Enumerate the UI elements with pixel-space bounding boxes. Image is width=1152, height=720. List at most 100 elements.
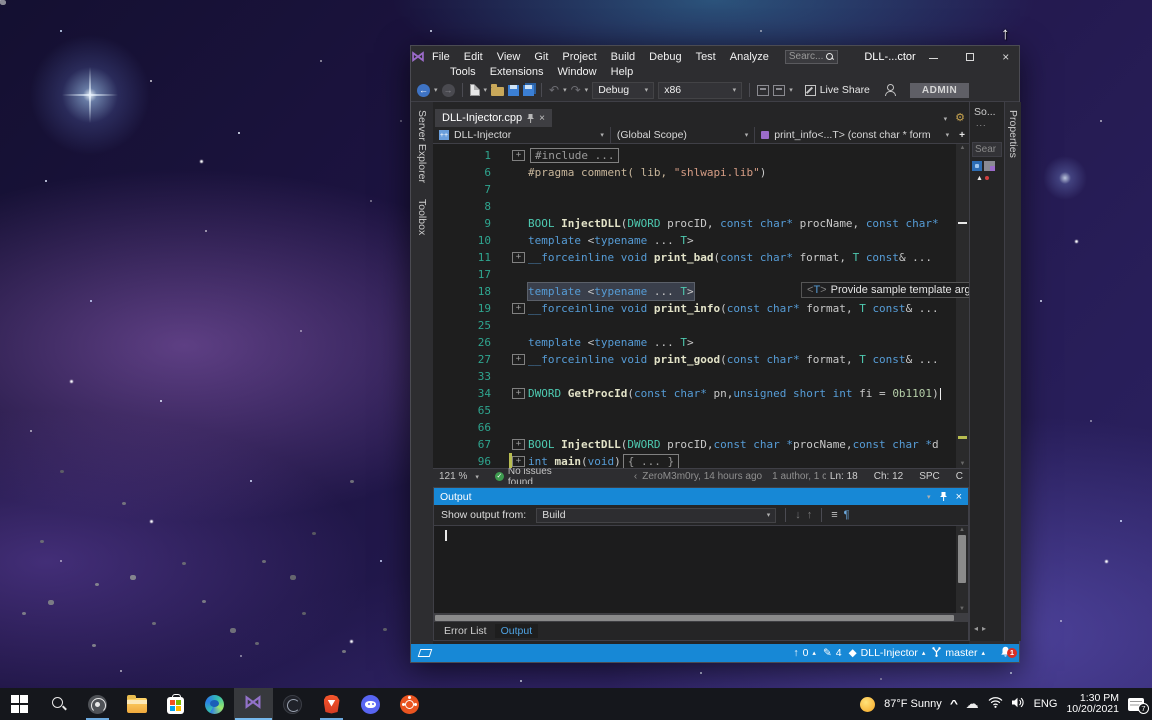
- code-text[interactable]: BOOL InjectDLL(DWORD procID, const char*…: [528, 215, 939, 232]
- code-line-7[interactable]: 7: [433, 181, 956, 198]
- menu-window[interactable]: Window: [551, 66, 604, 78]
- taskbar-obs[interactable]: [78, 688, 117, 720]
- preview-changes-icon[interactable]: [757, 85, 769, 96]
- quick-search-box[interactable]: Searc...: [785, 50, 838, 64]
- collapsed-region[interactable]: { ... }: [623, 454, 679, 468]
- code-text[interactable]: __forceinline void print_info(const char…: [528, 300, 939, 317]
- code-line-26[interactable]: 26template <typename ... T>: [433, 334, 956, 351]
- menu-build[interactable]: Build: [604, 51, 642, 63]
- code-text[interactable]: BOOL InjectDLL(DWORD procID,const char *…: [528, 436, 939, 453]
- tab-server-explorer[interactable]: Server Explorer: [416, 102, 428, 191]
- project-dropdown[interactable]: ++ DLL-Injector ▾: [433, 127, 611, 143]
- save-icon[interactable]: [508, 85, 519, 96]
- taskbar-brave[interactable]: [312, 688, 351, 720]
- output-vertical-scrollbar[interactable]: ▲ ▼: [956, 526, 968, 613]
- wifi-icon[interactable]: [988, 697, 1003, 711]
- tab-error-list[interactable]: Error List: [438, 624, 493, 638]
- taskbar-explorer[interactable]: [117, 688, 156, 720]
- language-indicator[interactable]: ENG: [1034, 698, 1058, 710]
- tab-output[interactable]: Output: [495, 624, 539, 638]
- clock[interactable]: 1:30 PM 10/20/2021: [1066, 693, 1119, 715]
- clear-all-icon[interactable]: ≡: [831, 510, 837, 521]
- new-file-dropdown-caret[interactable]: ▾: [484, 86, 488, 94]
- scrollbar-thumb[interactable]: [958, 535, 966, 583]
- back-dropdown-caret[interactable]: ▾: [434, 86, 438, 94]
- split-window-icon[interactable]: +: [955, 130, 969, 141]
- scope-dropdown[interactable]: (Global Scope) ▾: [611, 127, 755, 143]
- taskbar-edge[interactable]: [195, 688, 234, 720]
- fold-toggle[interactable]: +: [512, 354, 525, 365]
- toolbar-overflow-icon[interactable]: ...: [970, 118, 1004, 128]
- show-hidden-icons-chevron[interactable]: ^: [950, 699, 958, 710]
- taskbar-ubuntu[interactable]: [390, 688, 429, 720]
- scroll-down-icon[interactable]: ▼: [956, 461, 969, 467]
- solution-platform-dropdown[interactable]: x86▾: [658, 82, 742, 99]
- word-wrap-icon[interactable]: ¶: [844, 510, 850, 521]
- taskbar-start[interactable]: [0, 688, 39, 720]
- undo-dropdown-caret[interactable]: ▾: [563, 86, 567, 94]
- code-line-1[interactable]: 1+#include ...: [433, 147, 956, 164]
- branch-button[interactable]: master ▴: [932, 647, 985, 660]
- close-button[interactable]: ×: [988, 48, 1024, 66]
- previous-message-icon[interactable]: ↑: [807, 510, 813, 521]
- code-text[interactable]: __forceinline void print_bad(const char*…: [528, 249, 939, 266]
- menu-file[interactable]: File: [425, 51, 457, 63]
- code-line-25[interactable]: 25: [433, 317, 956, 334]
- open-file-icon[interactable]: [491, 87, 504, 96]
- live-share-button[interactable]: Live Share: [805, 84, 870, 96]
- tab-toolbox[interactable]: Toolbox: [416, 191, 428, 243]
- code-editor[interactable]: 1+#include ...6#pragma comment( lib, "sh…: [433, 144, 969, 468]
- menu-project[interactable]: Project: [555, 51, 603, 63]
- menu-git[interactable]: Git: [527, 51, 555, 63]
- code-line-65[interactable]: 65: [433, 402, 956, 419]
- menu-view[interactable]: View: [490, 51, 528, 63]
- toolbar-options-caret[interactable]: ▾: [789, 86, 793, 94]
- taskbar-visual-studio[interactable]: [234, 688, 273, 720]
- pin-icon[interactable]: [940, 492, 947, 501]
- onedrive-cloud-icon[interactable]: ☁: [966, 697, 979, 712]
- taskbar-discord[interactable]: [351, 688, 390, 720]
- save-all-icon[interactable]: [523, 85, 534, 96]
- code-text[interactable]: int main(void){ ... }: [528, 453, 679, 468]
- output-source-dropdown[interactable]: Build ▾: [536, 508, 776, 523]
- code-text[interactable]: template <typename ... T>: [528, 232, 694, 249]
- code-line-19[interactable]: 19+__forceinline void print_info(const c…: [433, 300, 956, 317]
- zoom-dropdown[interactable]: 121 % ▾: [439, 471, 491, 482]
- navigate-back-button[interactable]: ←: [417, 84, 430, 97]
- output-title-bar[interactable]: Output ▾ ×: [434, 488, 968, 505]
- document-tab-active[interactable]: DLL-Injector.cpp ×: [435, 109, 552, 127]
- solution-configuration-dropdown[interactable]: Debug▾: [592, 82, 654, 99]
- tab-list-caret[interactable]: ▾: [944, 115, 948, 123]
- taskbar-search[interactable]: [39, 688, 78, 720]
- output-window-position-caret[interactable]: ▾: [927, 493, 931, 501]
- navigate-forward-button[interactable]: →: [442, 84, 455, 97]
- gear-icon[interactable]: ⚙: [955, 113, 965, 124]
- collapsed-region[interactable]: #include ...: [530, 148, 619, 163]
- codelens-annotation[interactable]: ‹ ZeroM3m0ry, 14 hours ago 1 author, 1 c…: [634, 471, 826, 482]
- spaces-indicator[interactable]: SPC: [919, 471, 940, 482]
- code-text[interactable]: #pragma comment( lib, "shlwapi.lib"): [528, 164, 766, 181]
- fold-toggle[interactable]: +: [512, 303, 525, 314]
- scrollbar-thumb[interactable]: [435, 615, 954, 621]
- sync-commits-button[interactable]: ↑ 0 ▴: [793, 647, 816, 659]
- title-bar[interactable]: ⋈ FileEditViewGitProjectBuildDebugTestAn…: [411, 46, 1019, 79]
- sign-in-user-icon[interactable]: [884, 84, 896, 96]
- menu-extensions[interactable]: Extensions: [483, 66, 551, 78]
- pin-icon[interactable]: [527, 114, 534, 123]
- output-content[interactable]: ▲ ▼: [434, 526, 968, 613]
- code-line-6[interactable]: 6#pragma comment( lib, "shlwapi.lib"): [433, 164, 956, 181]
- notifications-button[interactable]: 1: [1000, 646, 1011, 661]
- line-ending-indicator[interactable]: C: [956, 471, 963, 482]
- scroll-down-icon[interactable]: ▼: [956, 606, 968, 612]
- code-text[interactable]: #include ...: [528, 147, 619, 164]
- repository-button[interactable]: ◆ DLL-Injector ▴: [849, 647, 926, 659]
- redo-dropdown-caret[interactable]: ▾: [585, 86, 589, 94]
- weather-widget[interactable]: 87°F Sunny: [884, 698, 942, 710]
- code-line-8[interactable]: 8: [433, 198, 956, 215]
- code-text[interactable]: template <typename ... T>: [528, 283, 694, 300]
- close-tab-icon[interactable]: ×: [539, 113, 545, 124]
- fold-toggle[interactable]: +: [512, 388, 525, 399]
- panel-tab-scroll-arrows[interactable]: ◂▸: [974, 624, 990, 633]
- solution-file-icon[interactable]: [972, 161, 982, 171]
- action-center-icon[interactable]: 7: [1128, 698, 1144, 711]
